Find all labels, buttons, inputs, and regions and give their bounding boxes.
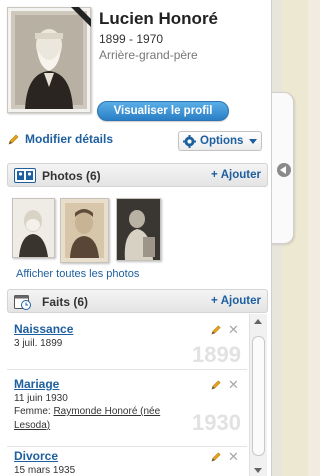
add-photo-button[interactable]: + Ajouter: [211, 169, 261, 181]
person-name[interactable]: Lucien Honoré: [99, 9, 218, 29]
fact-item: Naissance 3 juil. 1899 1899 ✕: [7, 314, 247, 369]
add-fact-button[interactable]: + Ajouter: [211, 295, 261, 307]
facts-section-header: Faits (6) + Ajouter: [7, 289, 268, 313]
fact-item: Mariage 11 juin 1930 Femme: Raymonde Hon…: [7, 370, 247, 446]
person-years: 1899 - 1970: [99, 32, 164, 46]
person-panel: Lucien Honoré 1899 - 1970 Arrière-grand-…: [0, 0, 272, 476]
facts-section-title: Faits (6): [42, 295, 89, 309]
fact-title[interactable]: Mariage: [14, 377, 59, 391]
pencil-icon: [8, 134, 19, 145]
photo-thumbnail[interactable]: [60, 198, 109, 263]
photo-thumbnail[interactable]: [116, 198, 161, 261]
gear-icon: [183, 134, 196, 148]
scroll-up-icon[interactable]: [254, 319, 262, 324]
scroll-down-icon[interactable]: [254, 468, 262, 473]
plus-icon: +: [211, 169, 218, 181]
calendar-clock-icon: [14, 295, 31, 310]
fact-year-watermark: 1930: [192, 410, 241, 435]
photos-icon: [14, 168, 36, 183]
fact-date: 3 juil. 1899: [14, 338, 63, 349]
close-icon[interactable]: ✕: [228, 378, 239, 391]
fact-date: 11 juin 1930: [14, 393, 68, 404]
fact-date: 15 mars 1935: [14, 465, 76, 476]
close-icon[interactable]: ✕: [228, 323, 239, 336]
fact-year-watermark: 1899: [192, 342, 241, 367]
chevron-down-icon: [249, 138, 258, 144]
add-photo-label: Ajouter: [220, 169, 261, 181]
photos-section-title: Photos (6): [42, 169, 101, 183]
pencil-icon[interactable]: [211, 379, 222, 390]
options-label: Options: [200, 135, 244, 147]
scrollbar-thumb[interactable]: [252, 336, 265, 456]
pencil-icon[interactable]: [211, 451, 222, 462]
pencil-icon[interactable]: [211, 324, 222, 335]
facts-scrollbar[interactable]: [249, 314, 267, 476]
facts-list: Naissance 3 juil. 1899 1899 ✕ Mariage 11…: [7, 314, 268, 476]
edit-details-link[interactable]: Modifier détails: [8, 132, 113, 146]
options-button[interactable]: Options: [178, 131, 262, 151]
photo-thumbnail[interactable]: [12, 198, 55, 258]
plus-icon: +: [211, 295, 218, 307]
close-icon[interactable]: ✕: [228, 450, 239, 463]
fact-item: Divorce 15 mars 1935 ✕: [7, 447, 247, 476]
add-fact-label: Ajouter: [220, 295, 261, 307]
photos-section-header: Photos (6) + Ajouter: [7, 163, 268, 187]
person-relation: Arrière-grand-père: [99, 48, 198, 62]
edit-details-label: Modifier détails: [25, 132, 114, 146]
chevron-left-icon[interactable]: [277, 163, 291, 177]
deceased-ribbon-icon: [71, 7, 91, 27]
fact-title[interactable]: Divorce: [14, 449, 58, 463]
fact-title[interactable]: Naissance: [14, 322, 73, 336]
view-profile-button[interactable]: Visualiser le profil: [97, 101, 229, 121]
fact-detail: Femme: Raymonde Honoré (née Lesoda): [14, 405, 194, 433]
see-all-photos-link[interactable]: Afficher toutes les photos: [16, 268, 139, 280]
fact-detail-prefix: Femme:: [14, 406, 54, 417]
